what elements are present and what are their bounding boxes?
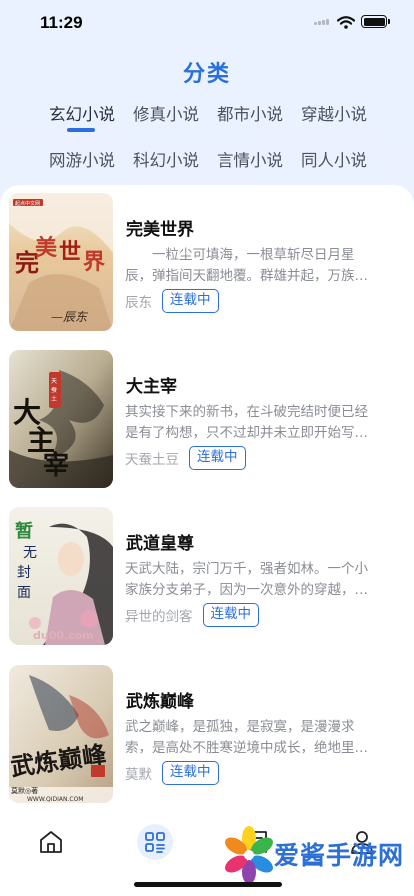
tab-yanqing[interactable]: 言情小说 (208, 148, 292, 176)
book-item[interactable]: 起点中文网 完 美 世 界 —辰东 完美世界 一粒尘可填海，一根草斩尽日月星 辰… (0, 185, 414, 331)
book-meta: 天蚕土豆 连载中 (125, 446, 246, 470)
cover-url-text: WWW.QIDIAN.COM (27, 796, 84, 803)
page-title: 分类 (182, 62, 231, 87)
home-indicator (134, 882, 282, 887)
svg-text:美: 美 (35, 235, 58, 261)
book-title[interactable]: 武炼巅峰 (126, 687, 194, 712)
category-tabs: 玄幻小说 修真小说 都市小说 穿越小说 网游小说 科幻小说 言情小说 同人小说 (40, 102, 380, 176)
battery-icon (361, 15, 390, 28)
book-cover[interactable]: 大 主 宰 天 蚕 土 (9, 350, 113, 488)
cover-author-text: —辰东 (51, 310, 89, 324)
book-item[interactable]: 大 主 宰 天 蚕 土 大主宰 其实接下来的新书，在斗破完结时便已经 是有了构想… (0, 342, 414, 488)
cover-author-text: 莫默◎著 (11, 786, 38, 795)
svg-text:封: 封 (17, 565, 31, 581)
pinwheel-icon (225, 826, 273, 884)
tab-xuanhuan[interactable]: 玄幻小说 (40, 102, 124, 132)
svg-text:蚕: 蚕 (51, 387, 57, 394)
tab-chuanyue[interactable]: 穿越小说 (292, 102, 376, 130)
book-meta: 异世的剑客 连载中 (125, 603, 259, 627)
book-description: 其实接下来的新书，在斗破完结时便已经 是有了构想，只不过却并未立即开始写… (125, 404, 368, 441)
book-author: 异世的剑客 (125, 609, 193, 625)
book-item[interactable]: 武炼巅峰 莫默◎著 WWW.QIDIAN.COM 武炼巅峰 武之巅峰，是孤独，是… (0, 657, 414, 803)
svg-text:面: 面 (17, 585, 31, 601)
svg-text:世: 世 (59, 239, 81, 265)
svg-text:宰: 宰 (43, 450, 69, 481)
book-cover[interactable]: 武炼巅峰 莫默◎著 WWW.QIDIAN.COM (9, 665, 113, 803)
book-item[interactable]: 暂 无 封 面 du00.com 武道皇尊 天武大陆，宗门万千，强者如林。一个小… (0, 499, 414, 645)
status-bar: 11:29 (0, 0, 414, 46)
status-badge: 连载中 (189, 446, 246, 470)
cover-title-text: 暂 (15, 520, 33, 542)
book-cover[interactable]: 起点中文网 完 美 世 界 —辰东 (9, 193, 113, 331)
book-author: 莫默 (125, 767, 152, 783)
tab-xiuzhen[interactable]: 修真小说 (124, 102, 208, 130)
status-badge: 连载中 (162, 289, 219, 313)
book-description: 一粒尘可填海，一根草斩尽日月星 辰，弹指间天翻地覆。群雄并起，万族… (125, 247, 368, 284)
book-author: 辰东 (125, 295, 152, 311)
status-time: 11:29 (40, 13, 83, 32)
tab-dushi[interactable]: 都市小说 (208, 102, 292, 130)
tab-wangyou[interactable]: 网游小说 (40, 148, 124, 176)
book-cover[interactable]: 暂 无 封 面 du00.com (9, 507, 113, 645)
cover-watermark-text: du00.com (33, 629, 94, 642)
wifi-icon (336, 14, 356, 33)
book-title[interactable]: 大主宰 (126, 372, 177, 397)
book-title[interactable]: 武道皇尊 (126, 529, 194, 554)
watermark-logo: 爱酱手游网 (224, 822, 408, 888)
status-badge: 连载中 (202, 603, 259, 627)
cellular-signal-icon (314, 19, 330, 25)
book-meta: 莫默 连载中 (125, 761, 219, 785)
book-description: 天武大陆，宗门万千，强者如林。一个小 家族分支弟子，因为一次意外的穿越，… (125, 561, 368, 598)
svg-text:土: 土 (51, 395, 57, 403)
book-description: 武之巅峰，是孤独，是寂寞，是漫漫求 索，是高处不胜寒逆境中成长，绝地里… (125, 719, 368, 756)
svg-text:无: 无 (23, 545, 37, 561)
watermark-text: 爱酱手游网 (274, 841, 405, 870)
tab-kehuan[interactable]: 科幻小说 (124, 148, 208, 176)
cover-publisher-text: 起点中文网 (15, 200, 40, 207)
book-title[interactable]: 完美世界 (126, 215, 194, 240)
book-meta: 辰东 连载中 (125, 289, 219, 313)
status-badge: 连载中 (162, 761, 219, 785)
tab-tongren[interactable]: 同人小说 (292, 148, 376, 176)
category-icon[interactable] (137, 824, 173, 860)
svg-text:界: 界 (83, 249, 105, 275)
book-list[interactable]: 起点中文网 完 美 世 界 —辰东 完美世界 一粒尘可填海，一根草斩尽日月星 辰… (0, 185, 414, 810)
book-author: 天蚕土豆 (125, 452, 179, 468)
cover-author-text: 天 (51, 378, 57, 385)
home-icon[interactable] (33, 824, 69, 860)
